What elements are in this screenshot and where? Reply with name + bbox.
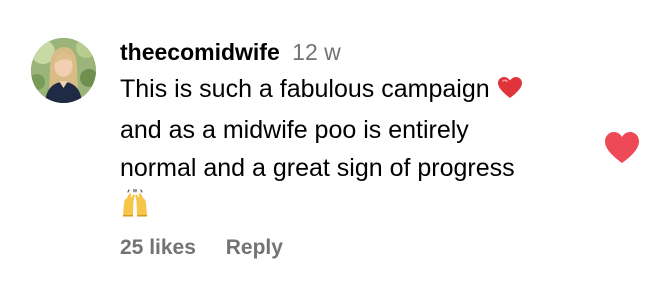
like-button[interactable] [604,131,640,165]
comment-text-line-3: normal and a great sign of progress [120,149,590,187]
likes-count-link[interactable]: 25 likes [120,236,196,259]
heart-icon [605,132,639,163]
comment-text-line-2-text: and as a midwife poo is entirely [120,116,469,144]
comment-text: This is such a fabulous campaign and as … [120,70,590,228]
red-heart-emoji [497,73,523,111]
comment-header: theecomidwife 12 w [120,36,590,68]
comment: theecomidwife 12 w This is such a fabulo… [0,0,670,292]
avatar-photo [31,38,96,103]
comment-text-line-1: This is such a fabulous campaign [120,70,590,111]
avatar[interactable] [31,38,96,103]
comment-text-line-1-text: This is such a fabulous campaign [120,75,490,103]
comment-footer: 25 likes Reply [120,236,283,260]
username-link[interactable]: theecomidwife [120,39,280,65]
comment-body: theecomidwife 12 w This is such a fabulo… [120,36,590,228]
comment-text-line-4 [120,187,590,228]
raising-hands-emoji [120,188,150,228]
comment-text-line-2: and as a midwife poo is entirely [120,111,590,149]
comment-timestamp[interactable]: 12 w [292,39,341,65]
comment-text-line-3-text: normal and a great sign of progress [120,154,515,182]
reply-button[interactable]: Reply [226,236,283,259]
